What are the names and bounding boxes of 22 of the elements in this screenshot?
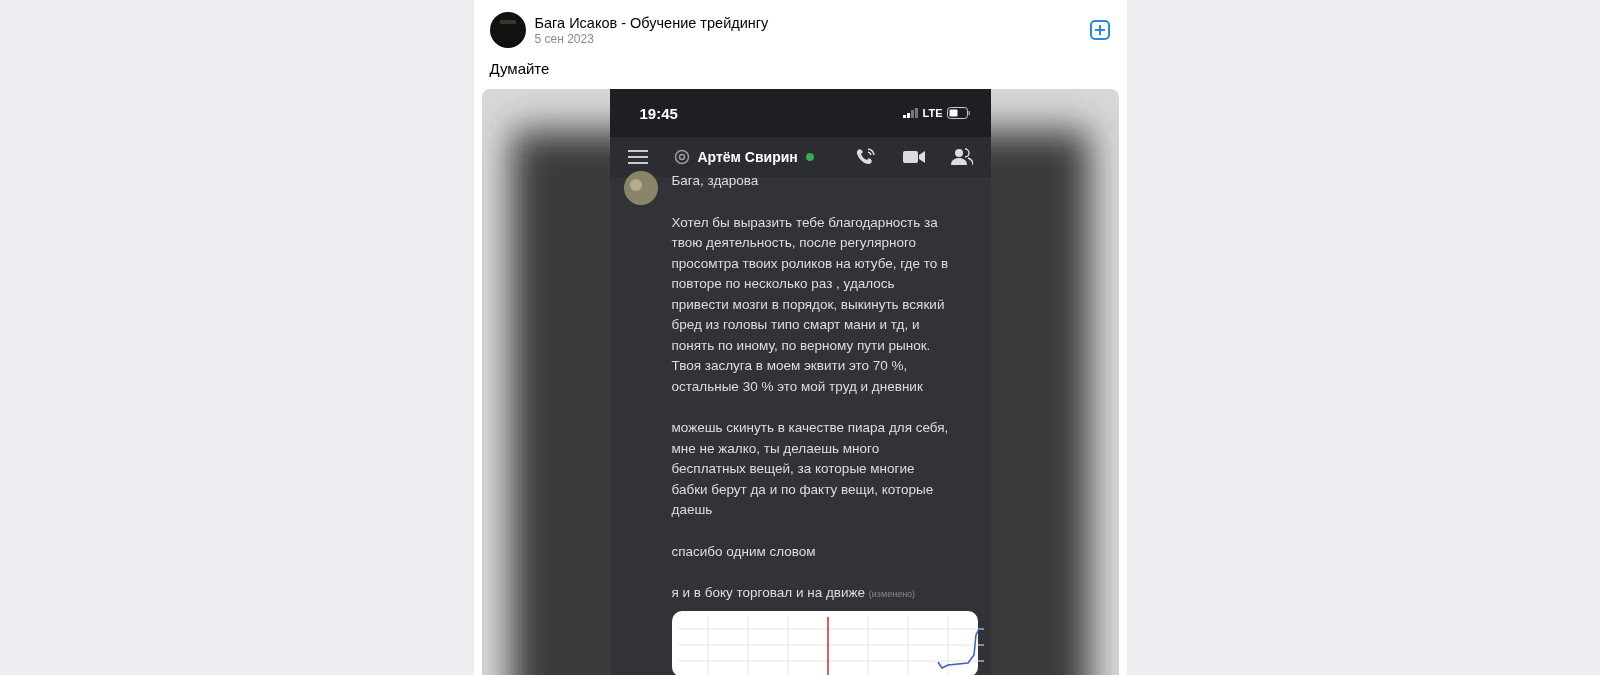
network-label: LTE (922, 107, 943, 119)
add-icon[interactable] (1088, 19, 1111, 41)
message-text: я и в боку торговал и на движе (671, 585, 866, 600)
author-name[interactable]: Бага Исаков - Обучение трейдингу (534, 14, 1080, 32)
message-text: спасибо одним словом (671, 542, 817, 561)
signal-icon (902, 108, 919, 118)
chat-title: Артём Свирин (697, 149, 798, 165)
members-icon[interactable] (950, 148, 973, 166)
message-text: Бага, здарова (671, 172, 760, 190)
edited-label: (изменено) (868, 589, 916, 599)
message-text: Хотел бы выразить тебе благодарность за твою деятельность, после регулярного просомтра твоих роликов на ютубе, где то в повторе по несколько раз , удалось привести мозги в порядок, выкинуть всякий бред из головы типо смарт мани и тд, и понять по иному, по верному пути рынок. Твоя заслуга в моем эквити это 70 %, остальные 30 % это мой труд и дневник (671, 213, 950, 396)
at-icon (673, 149, 690, 165)
message-text: можешь скинуть в качестве пиара для себя, мне не жалко, ты делаешь много бесплатных вещей, за которые многие бабки берут да и по факту вещи, которые даешь (671, 419, 950, 519)
post-date: 5 сен 2023 (534, 31, 595, 46)
battery-icon (946, 107, 971, 119)
post-text: Думайте (488, 59, 551, 79)
user-avatar (623, 171, 658, 205)
video-camera-icon[interactable] (902, 150, 925, 164)
phone-icon[interactable] (854, 147, 877, 167)
avatar[interactable] (489, 12, 526, 48)
menu-icon[interactable] (627, 150, 648, 164)
status-time: 19:45 (639, 104, 678, 122)
